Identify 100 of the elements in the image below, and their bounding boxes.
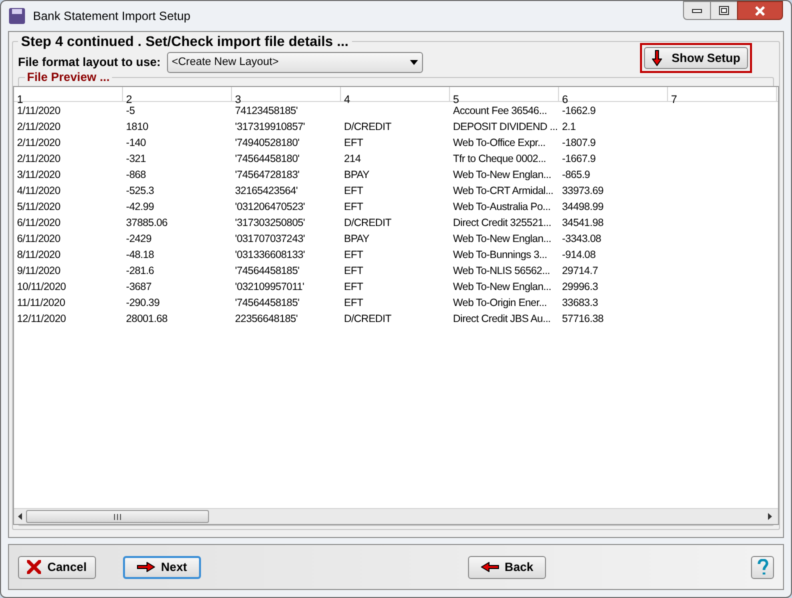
dialog-button[interactable]: Cancel	[18, 556, 96, 578]
table-cell: Web To-New Englan...	[453, 233, 552, 245]
table-cell: 28001.68	[126, 313, 168, 325]
layout-dropdown[interactable]: <Create New Layout>	[166, 52, 423, 72]
table-cell: EFT	[344, 137, 363, 149]
table-cell: Web To-Origin Ener...	[453, 297, 547, 309]
arrow-down-icon	[652, 50, 662, 66]
table-cell: Web To-CRT Armidal...	[453, 185, 554, 197]
maximize-button[interactable]	[711, 1, 737, 20]
table-cell: 1810	[126, 121, 148, 133]
close-icon	[754, 6, 766, 16]
table-cell: EFT	[344, 265, 363, 277]
table-cell: 2/11/2020	[17, 121, 60, 133]
column-header[interactable]: 7	[671, 94, 678, 106]
table-cell: 12/11/2020	[17, 313, 66, 325]
table-cell: Tfr to Cheque 0002...	[453, 153, 546, 165]
column-header[interactable]: 6	[562, 94, 568, 106]
table-cell: BPAY	[344, 233, 370, 245]
table-cell: -914.08	[562, 249, 596, 261]
table-cell: 34541.98	[562, 217, 604, 229]
table-cell: -1667.9	[562, 153, 596, 165]
table-cell: EFT	[344, 201, 363, 213]
column-header[interactable]: 1	[17, 94, 24, 106]
table-cell: -868	[126, 169, 146, 181]
table-cell: EFT	[344, 297, 363, 309]
table-cell: 9/11/2020	[17, 265, 60, 277]
table-cell: '74564458185'	[235, 297, 300, 309]
table-cell: -321	[126, 153, 146, 165]
table-cell: D/CREDIT	[344, 217, 392, 229]
close-button[interactable]	[737, 1, 783, 20]
table-cell: 3/11/2020	[17, 169, 60, 181]
table-cell: '031707037243'	[235, 233, 305, 245]
column-header[interactable]: 2	[126, 94, 132, 106]
table-cell: '032109957011'	[235, 281, 304, 293]
table-cell: '317319910857'	[235, 121, 305, 133]
dialog-button[interactable]: Back	[468, 556, 546, 578]
table-cell: 37885.06	[126, 217, 168, 229]
table-cell: 6/11/2020	[17, 233, 60, 245]
window-title: Bank Statement Import Setup	[33, 8, 190, 25]
column-header[interactable]: 5	[453, 94, 460, 106]
column-header[interactable]: 4	[344, 94, 350, 106]
table-cell: 11/11/2020	[17, 297, 65, 309]
table-cell: 8/11/2020	[17, 249, 60, 261]
table-cell: 10/11/2020	[17, 281, 66, 293]
scroll-right-icon[interactable]	[768, 513, 772, 520]
table-cell: -281.6	[126, 265, 154, 277]
table-cell: 34498.99	[562, 201, 604, 213]
table-cell: 4/11/2020	[17, 185, 60, 197]
table-cell: Web To-Bunnings 3...	[453, 249, 548, 261]
table-cell: '74940528180'	[235, 137, 300, 149]
table-cell: '74564458180'	[235, 153, 300, 165]
scroll-left-icon[interactable]	[18, 513, 22, 520]
table-cell: -290.39	[126, 297, 160, 309]
table-cell: Web To-Australia Po...	[453, 201, 550, 213]
help-button[interactable]	[751, 556, 774, 578]
dialog-button[interactable]: Next	[123, 556, 201, 578]
minimize-button[interactable]	[683, 1, 711, 20]
table-cell: -525.3	[126, 185, 154, 197]
table-cell: Web To-New Englan...	[453, 169, 552, 181]
arrow-right-icon	[136, 562, 155, 572]
minimize-icon	[692, 8, 702, 12]
table-cell: '74564728183'	[235, 169, 300, 181]
table-cell: 2.1	[562, 121, 576, 133]
table-cell: Direct Credit 325521...	[453, 217, 552, 229]
horizontal-scrollbar[interactable]	[14, 508, 778, 524]
column-header[interactable]: 3	[235, 94, 242, 106]
table-cell: DEPOSIT DIVIDEND ...	[453, 121, 558, 133]
table-cell: -1662.9	[562, 105, 596, 117]
table-cell: '317303250805'	[235, 217, 305, 229]
table-cell: -48.18	[126, 249, 154, 261]
file-preview-title: File Preview ...	[25, 70, 112, 84]
question-mark-icon	[756, 558, 768, 576]
table-cell: EFT	[344, 249, 363, 261]
table-cell: -42.99	[126, 201, 154, 213]
table-cell: '031206470523'	[235, 201, 305, 213]
table-cell: -5	[126, 105, 135, 117]
table-cell: '74564458185'	[235, 265, 300, 277]
scrollbar-thumb[interactable]	[26, 510, 209, 523]
table-cell: D/CREDIT	[344, 121, 392, 133]
table-cell: 33973.69	[562, 185, 604, 197]
table-cell: -1807.9	[562, 137, 596, 149]
cross-icon	[27, 560, 42, 574]
table-cell: -140	[126, 137, 146, 149]
layout-label: File format layout to use:	[18, 54, 161, 71]
table-cell: Account Fee 36546...	[453, 105, 547, 117]
table-cell: -865.9	[562, 169, 590, 181]
table-cell: BPAY	[344, 169, 370, 181]
table-cell: Web To-Office Expr...	[453, 137, 546, 149]
show-setup-button[interactable]: Show Setup	[644, 47, 748, 69]
table-cell: EFT	[344, 281, 363, 293]
table-cell: Web To-New Englan...	[453, 281, 552, 293]
table-cell: 32165423564'	[235, 185, 298, 197]
grip-icon	[114, 514, 121, 520]
table-cell: 74123458185'	[235, 105, 298, 117]
table-cell: Direct Credit JBS Au...	[453, 313, 551, 325]
table-cell: -2429	[126, 233, 152, 245]
table-cell: '031336608133'	[235, 249, 305, 261]
table-cell: 29996.3	[562, 281, 598, 293]
table-cell: 22356648185'	[235, 313, 298, 325]
table-cell: D/CREDIT	[344, 313, 392, 325]
